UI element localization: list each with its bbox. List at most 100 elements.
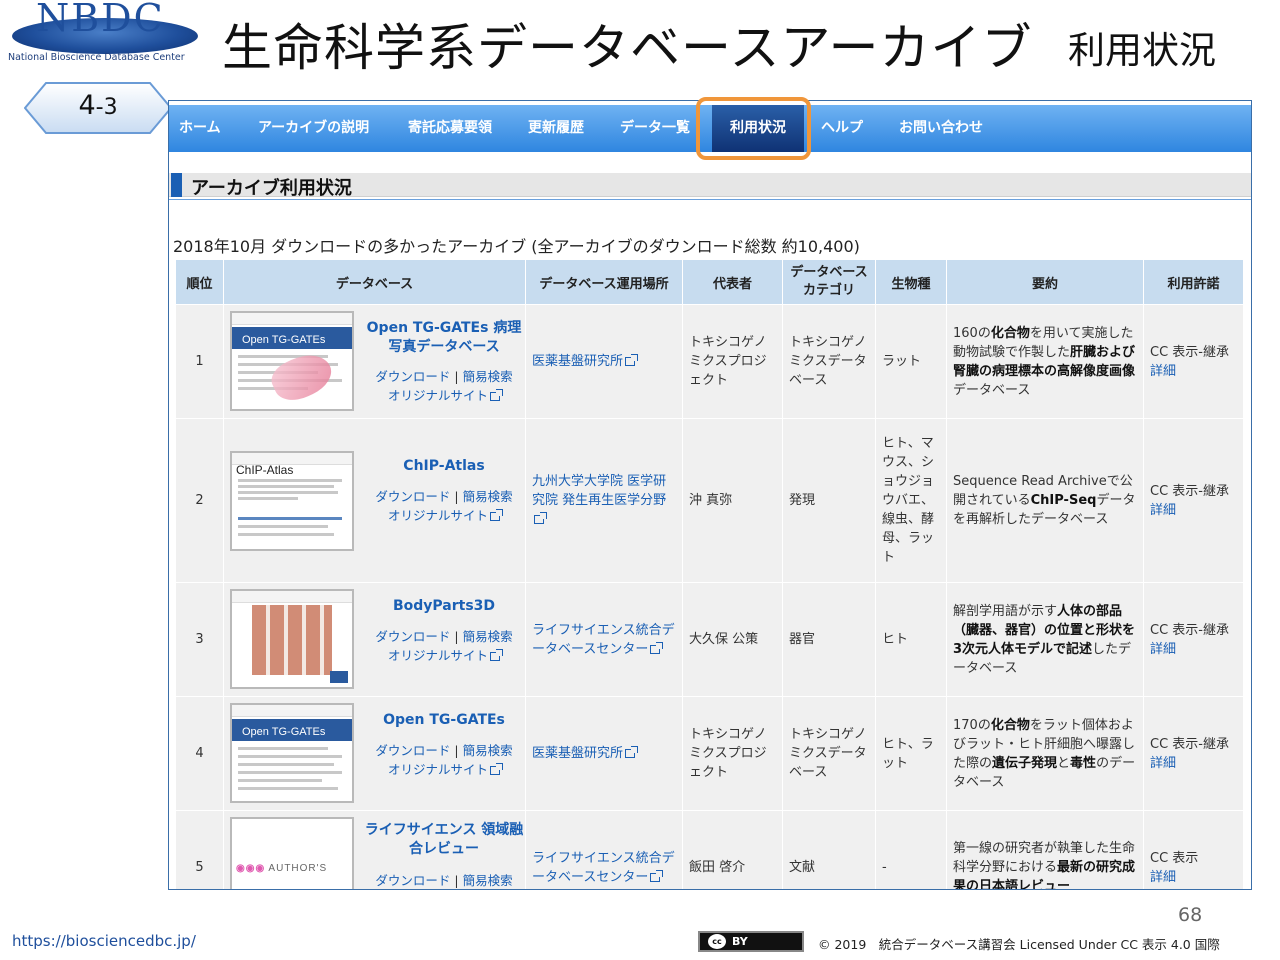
database-cell: Open TG-GATEs Open TG-GATEs ダウンロード | 簡易検… xyxy=(223,696,526,811)
database-name-link[interactable]: BodyParts3D xyxy=(364,597,524,616)
usage-table: 順位 データベース データベース運用場所 代表者 データベース カテゴリ 生物種… xyxy=(175,259,1244,889)
nav-home[interactable]: ホーム xyxy=(179,105,221,152)
location-cell: ライフサイエンス統合データベースセンター xyxy=(525,582,683,697)
database-name-link[interactable]: Open TG-GATEs 病理写真データベース xyxy=(364,319,524,357)
simple-search-link[interactable]: 簡易検索 xyxy=(463,743,513,758)
database-name-link[interactable]: ChIP-Atlas xyxy=(364,457,524,476)
database-name-link[interactable]: ライフサイエンス 領域融合レビュー xyxy=(364,821,524,859)
license-cell: CC 表示-継承 詳細 xyxy=(1143,418,1244,583)
rank-cell: 4 xyxy=(175,696,224,811)
species-cell: - xyxy=(875,810,947,889)
database-links: ダウンロード | 簡易検索 オリジナルサイト xyxy=(364,871,524,889)
nav-archive-description[interactable]: アーカイブの説明 xyxy=(258,105,369,152)
database-thumbnail[interactable]: Open TG-GATEs xyxy=(230,311,354,411)
database-thumbnail[interactable]: Open TG-GATEs xyxy=(230,703,354,803)
detail-link[interactable]: 詳細 xyxy=(1150,642,1176,657)
table-row: 1 Open TG-GATEs Open TG-GATEs 病理写真データベース xyxy=(175,304,1244,419)
external-link-icon xyxy=(650,869,664,882)
detail-link[interactable]: 詳細 xyxy=(1150,756,1176,771)
logo-text: NBDC xyxy=(36,0,165,40)
badge-label: 4-3 xyxy=(78,90,118,121)
nav-help[interactable]: ヘルプ xyxy=(821,105,863,152)
database-cell: ◉◉◉ AUTHOR'S ライフサイエンス 領域融合レビュー ダウンロード | … xyxy=(223,810,526,889)
rank-cell: 1 xyxy=(175,304,224,419)
header-license: 利用許諾 xyxy=(1143,259,1244,305)
license-cell: CC 表示-継承 詳細 xyxy=(1143,696,1244,811)
database-cell: ChIP-Atlas ChIP-Atlas ダウンロード | 簡易検索 オリジナ… xyxy=(223,418,526,583)
nav-deposit-guidelines[interactable]: 寄託応募要領 xyxy=(408,105,492,152)
license-cell: CC 表示-継承 詳細 xyxy=(1143,304,1244,419)
database-links: ダウンロード | 簡易検索 オリジナルサイト xyxy=(375,743,513,777)
external-link-icon xyxy=(625,354,639,366)
location-cell: 九州大学大学院 医学研究院 発生再生医学分野 xyxy=(525,418,683,583)
representative-cell: トキシコゲノミクスプロジェクト xyxy=(682,696,783,811)
external-link-icon xyxy=(625,746,639,758)
category-cell: 発現 xyxy=(782,418,876,583)
page-number: 68 xyxy=(1178,904,1203,926)
species-cell: ヒト、マウス、ショウジョウバエ、線虫、酵母、ラット xyxy=(875,418,947,583)
external-link-icon xyxy=(650,641,664,654)
location-link[interactable]: 医薬基盤研究所 xyxy=(532,746,623,761)
download-link[interactable]: ダウンロード xyxy=(375,873,450,888)
external-link-icon xyxy=(490,649,503,661)
detail-link[interactable]: 詳細 xyxy=(1150,503,1176,518)
simple-search-link[interactable]: 簡易検索 xyxy=(463,873,513,888)
header-summary: 要約 xyxy=(946,259,1144,305)
header-representative: 代表者 xyxy=(682,259,783,305)
location-link[interactable]: 九州大学大学院 医学研究院 発生再生医学分野 xyxy=(532,474,666,508)
download-link[interactable]: ダウンロード xyxy=(375,629,450,644)
cc-license-badge: cc BY xyxy=(698,931,804,952)
category-cell: 器官 xyxy=(782,582,876,697)
location-cell: 医薬基盤研究所 xyxy=(525,304,683,419)
cc-icon: cc xyxy=(708,934,726,949)
external-link-icon xyxy=(490,763,503,775)
database-cell: BodyParts3D ダウンロード | 簡易検索 オリジナルサイト xyxy=(223,582,526,697)
nav-contact[interactable]: お問い合わせ xyxy=(899,105,983,152)
location-link[interactable]: 医薬基盤研究所 xyxy=(532,354,623,369)
summary-cell: 解剖学用語が示す人体の部品（臓器、器官）の位置と形状を3次元人体モデルで記述した… xyxy=(946,582,1144,697)
simple-search-link[interactable]: 簡易検索 xyxy=(463,369,513,384)
representative-cell: トキシコゲノミクスプロジェクト xyxy=(682,304,783,419)
nav-update-history[interactable]: 更新履歴 xyxy=(528,105,584,152)
external-link-icon xyxy=(490,389,503,401)
arrow-icon xyxy=(330,671,348,683)
author-logo: ◉◉◉ AUTHOR'S xyxy=(236,863,328,874)
summary-cell: 170の化合物をラット個体およびラット・ヒト肝細胞へ曝露した際の遺伝子発現と毒性… xyxy=(946,696,1144,811)
original-site-link[interactable]: オリジナルサイト xyxy=(388,508,488,523)
database-thumbnail[interactable] xyxy=(230,589,354,689)
table-header-row: 順位 データベース データベース運用場所 代表者 データベース カテゴリ 生物種… xyxy=(175,259,1244,305)
nav-data-list[interactable]: データ一覧 xyxy=(620,105,690,152)
summary-cell: Sequence Read Archiveで公開されているChIP-Seqデータ… xyxy=(946,418,1144,583)
detail-link[interactable]: 詳細 xyxy=(1150,870,1176,885)
header-category: データベース カテゴリ xyxy=(782,259,876,305)
download-link[interactable]: ダウンロード xyxy=(375,369,450,384)
logo-subtext: National Bioscience Database Center xyxy=(8,52,185,63)
database-thumbnail[interactable]: ChIP-Atlas xyxy=(230,451,354,551)
section-badge: 4-3 xyxy=(24,82,172,134)
species-cell: ラット xyxy=(875,304,947,419)
representative-cell: 飯田 啓介 xyxy=(682,810,783,889)
location-cell: 医薬基盤研究所 xyxy=(525,696,683,811)
category-cell: トキシコゲノミクスデータベース xyxy=(782,696,876,811)
table-row: 5 ◉◉◉ AUTHOR'S ライフサイエンス 領域融合レビュー ダウンロード … xyxy=(175,810,1244,889)
nbdc-logo: NBDC National Bioscience Database Center xyxy=(4,0,204,66)
footer-url[interactable]: https://biosciencedbc.jp/ xyxy=(12,932,196,950)
download-link[interactable]: ダウンロード xyxy=(375,489,450,504)
rank-cell: 5 xyxy=(175,810,224,889)
rank-cell: 2 xyxy=(175,418,224,583)
original-site-link[interactable]: オリジナルサイト xyxy=(388,388,488,403)
simple-search-link[interactable]: 簡易検索 xyxy=(463,489,513,504)
original-site-link[interactable]: オリジナルサイト xyxy=(388,762,488,777)
detail-link[interactable]: 詳細 xyxy=(1150,364,1176,379)
section-divider xyxy=(169,199,1251,200)
download-link[interactable]: ダウンロード xyxy=(375,743,450,758)
slide-subtitle: 利用状況 xyxy=(1068,29,1216,72)
database-thumbnail[interactable]: ◉◉◉ AUTHOR'S xyxy=(230,817,354,889)
header-location: データベース運用場所 xyxy=(525,259,683,305)
database-name-link[interactable]: Open TG-GATEs xyxy=(364,711,524,730)
section-title: アーカイブ利用状況 xyxy=(191,178,352,199)
simple-search-link[interactable]: 簡易検索 xyxy=(463,629,513,644)
original-site-link[interactable]: オリジナルサイト xyxy=(388,648,488,663)
summary-cell: 160の化合物を用いて実施した動物試験で作製した肝臓および腎臓の病理標本の高解像… xyxy=(946,304,1144,419)
table-row: 4 Open TG-GATEs Open TG-GATEs ダウンロード | 簡… xyxy=(175,696,1244,811)
